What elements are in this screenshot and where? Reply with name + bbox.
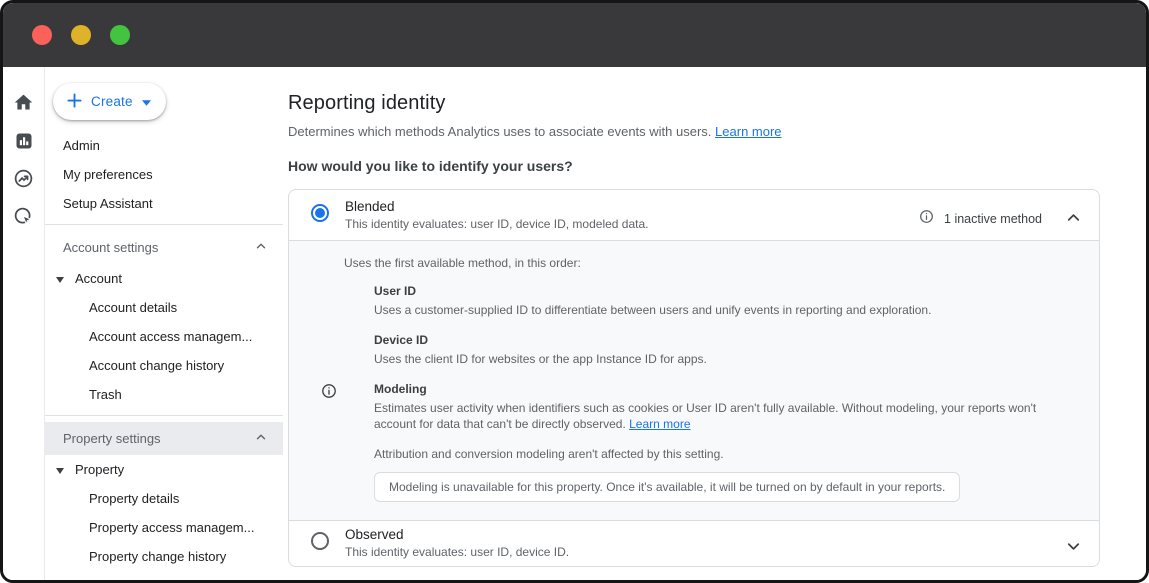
method-user-id: User ID Uses a customer-supplied ID to d… [374, 284, 1075, 319]
page-title: Reporting identity [288, 92, 1100, 115]
tree-item-account-access-management[interactable]: Account access managem... [45, 322, 283, 351]
blended-radio[interactable] [311, 204, 329, 222]
blended-description: This identity evaluates: user ID, device… [345, 217, 919, 231]
sidebar-item-setup-assistant[interactable]: Setup Assistant [45, 189, 283, 218]
plus-icon [67, 93, 82, 111]
collapse-blended-button[interactable] [1064, 208, 1083, 230]
sidebar-item-my-preferences[interactable]: My preferences [45, 160, 283, 189]
identity-options-card: Blended This identity evaluates: user ID… [288, 189, 1100, 567]
zoom-window-button[interactable] [110, 25, 130, 45]
method-order-intro: Uses the first available method, in this… [344, 256, 1075, 270]
home-nav-button[interactable] [11, 91, 37, 117]
minimize-window-button[interactable] [71, 25, 91, 45]
info-icon[interactable] [919, 209, 934, 229]
home-icon [13, 92, 34, 116]
tree-item-property[interactable]: Property [45, 455, 283, 484]
tree-item-property-access-management[interactable]: Property access managem... [45, 513, 283, 542]
tree-expander-triangle[interactable] [56, 462, 64, 477]
tree-item-account-change-history[interactable]: Account change history [45, 351, 283, 380]
inactive-method-note: 1 inactive method [944, 212, 1042, 226]
tree-item-property-change-history[interactable]: Property change history [45, 542, 283, 571]
window-titlebar [3, 3, 1146, 67]
explore-nav-button[interactable] [11, 167, 37, 193]
admin-sidebar: Create Admin My preferences Setup Assist… [45, 67, 283, 580]
sidebar-list: Admin My preferences Setup Assistant Acc… [45, 131, 283, 580]
sidebar-divider [45, 415, 283, 416]
sidebar-divider [45, 224, 283, 225]
create-button-label: Create [91, 94, 133, 109]
create-button[interactable]: Create [53, 83, 166, 120]
option-blended[interactable]: Blended This identity evaluates: user ID… [289, 190, 1099, 240]
app-body: Create Admin My preferences Setup Assist… [3, 67, 1146, 580]
observed-description: This identity evaluates: user ID, device… [345, 545, 1064, 559]
main-content: Reporting identity Determines which meth… [283, 67, 1146, 580]
chevron-down-icon [1064, 537, 1083, 559]
tree-item-property-details[interactable]: Property details [45, 484, 283, 513]
modeling-unavailable-alert: Modeling is unavailable for this propert… [374, 472, 960, 502]
chevron-up-icon [254, 239, 268, 256]
close-window-button[interactable] [32, 25, 52, 45]
chevron-down-icon [142, 94, 151, 109]
section-header-account-settings[interactable]: Account settings [45, 231, 283, 264]
attribution-note: Attribution and conversion modeling aren… [374, 447, 1075, 461]
reports-icon [14, 131, 34, 154]
observed-radio[interactable] [311, 532, 329, 550]
app-window: Create Admin My preferences Setup Assist… [0, 0, 1149, 583]
advertising-icon [13, 206, 34, 230]
observed-label: Observed [345, 527, 1064, 542]
advertising-nav-button[interactable] [11, 205, 37, 231]
explore-icon [13, 168, 34, 192]
method-modeling: Modeling Estimates user activity when id… [374, 382, 1075, 434]
method-device-id: Device ID Uses the client ID for website… [374, 333, 1075, 368]
expand-observed-button[interactable] [1064, 537, 1083, 559]
reports-nav-button[interactable] [11, 129, 37, 155]
blended-label: Blended [345, 199, 919, 214]
tree-item-account-details[interactable]: Account details [45, 293, 283, 322]
tree-expander-triangle[interactable] [56, 271, 64, 286]
chevron-up-icon [254, 430, 268, 447]
tree-item-account[interactable]: Account [45, 264, 283, 293]
info-icon[interactable] [321, 383, 337, 404]
learn-more-link[interactable]: Learn more [715, 124, 781, 139]
nav-rail [3, 67, 45, 580]
page-subtitle: Determines which methods Analytics uses … [288, 124, 1100, 139]
sidebar-item-admin[interactable]: Admin [45, 131, 283, 160]
section-header-property-settings[interactable]: Property settings [45, 422, 283, 455]
modeling-learn-more-link[interactable]: Learn more [629, 417, 690, 431]
tree-item-scheduled-emails[interactable]: Scheduled emails [45, 571, 283, 580]
blended-expanded-panel: Uses the first available method, in this… [289, 240, 1099, 521]
option-observed[interactable]: Observed This identity evaluates: user I… [289, 521, 1099, 566]
identify-users-question: How would you like to identify your user… [288, 158, 1100, 174]
tree-item-trash[interactable]: Trash [45, 380, 283, 409]
chevron-up-icon [1064, 208, 1083, 230]
